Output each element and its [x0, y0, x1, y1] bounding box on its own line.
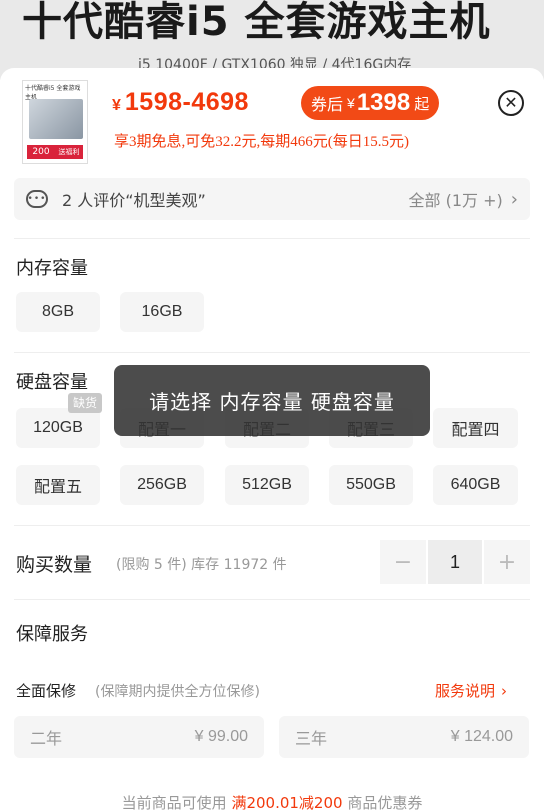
warranty-price: ¥ 124.00: [450, 728, 513, 745]
price-range-value: 1598-4698: [124, 88, 249, 116]
storage-option[interactable]: 配置五: [16, 465, 100, 505]
out-of-stock-badge: 缺货: [68, 393, 103, 413]
background-title: 十代酷睿i5 全套游戏主机: [22, 0, 491, 45]
storage-option[interactable]: 256GB: [120, 465, 204, 505]
coupon-price: 1398: [356, 89, 411, 116]
service-description-label: 服务说明: [435, 682, 496, 700]
coupon-footer-note: 当前商品可使用 满200.01减200 商品优惠券: [0, 792, 544, 810]
divider: [14, 599, 530, 600]
review-summary-bar[interactable]: ••• 2 人评价“机型美观” 全部 (1万 +) ›: [14, 178, 530, 220]
storage-section-title: 硬盘容量: [16, 372, 88, 393]
installment-info: 享3期免息,可免32.2元,每期466元(每日15.5元): [114, 134, 409, 150]
divider: [14, 238, 530, 239]
thumbnail-badge: 200: [27, 145, 55, 159]
warranty-price: ¥ 99.00: [194, 728, 248, 745]
chevron-right-icon: ›: [510, 188, 518, 210]
coupon-suffix: 起: [414, 95, 430, 113]
storage-option[interactable]: 配置四: [433, 408, 518, 448]
warranty-term: 三年: [295, 731, 328, 748]
chat-bubble-icon: •••: [26, 190, 48, 208]
footer-highlight[interactable]: 满200.01减200: [231, 794, 342, 810]
service-description-link[interactable]: 服务说明 ›: [435, 680, 507, 701]
divider: [14, 525, 530, 526]
close-icon[interactable]: ✕: [498, 90, 524, 116]
storage-option[interactable]: 640GB: [433, 465, 518, 505]
chevron-right-icon: ›: [501, 682, 508, 700]
quantity-limit-note: (限购 5 件) 库存 11972 件: [116, 557, 287, 573]
product-thumbnail: 十代酷睿i5 全套游戏主机 200 送福利: [22, 80, 88, 164]
memory-option[interactable]: 16GB: [120, 292, 204, 332]
warranty-term: 二年: [30, 731, 63, 748]
price-currency: ¥: [112, 97, 121, 114]
quantity-value[interactable]: 1: [428, 540, 482, 584]
sku-selector-sheet: 十代酷睿i5 全套游戏主机 200 送福利 ¥1598-4698 券后 ¥ 13…: [0, 68, 544, 810]
quantity-plus-button[interactable]: +: [484, 540, 530, 584]
thumbnail-pc-image: [29, 99, 83, 139]
memory-section-title: 内存容量: [16, 258, 88, 279]
divider: [14, 352, 530, 353]
coupon-currency: ¥: [347, 95, 355, 111]
full-warranty-label: 全面保修: [16, 682, 77, 700]
thumbnail-badge-2: 送福利: [55, 145, 83, 159]
storage-option[interactable]: 550GB: [329, 465, 413, 505]
memory-option[interactable]: 8GB: [16, 292, 100, 332]
warranty-option[interactable]: 三年 ¥ 124.00: [279, 716, 529, 758]
review-all-link: 全部 (1万 +): [408, 191, 503, 210]
review-text: 2 人评价“机型美观”: [62, 191, 206, 210]
full-warranty-note: (保障期内提供全方位保修): [95, 684, 260, 700]
coupon-price-pill: 券后 ¥ 1398 起: [301, 86, 440, 120]
warranty-section-title: 保障服务: [16, 624, 88, 645]
storage-option[interactable]: 120GB: [16, 408, 100, 448]
quantity-minus-button[interactable]: −: [380, 540, 426, 584]
toast-message: 请选择 内存容量 硬盘容量: [114, 365, 430, 436]
coupon-label: 券后: [311, 97, 344, 114]
price-range: ¥1598-4698: [112, 88, 249, 117]
warranty-option[interactable]: 二年 ¥ 99.00: [14, 716, 264, 758]
footer-suffix: 商品优惠券: [347, 794, 423, 810]
thumbnail-title: 十代酷睿i5 全套游戏主机: [23, 81, 87, 101]
quantity-stepper: − 1 +: [380, 540, 530, 584]
quantity-label: 购买数量: [16, 554, 93, 576]
storage-option[interactable]: 512GB: [225, 465, 309, 505]
footer-prefix: 当前商品可使用: [121, 794, 227, 810]
